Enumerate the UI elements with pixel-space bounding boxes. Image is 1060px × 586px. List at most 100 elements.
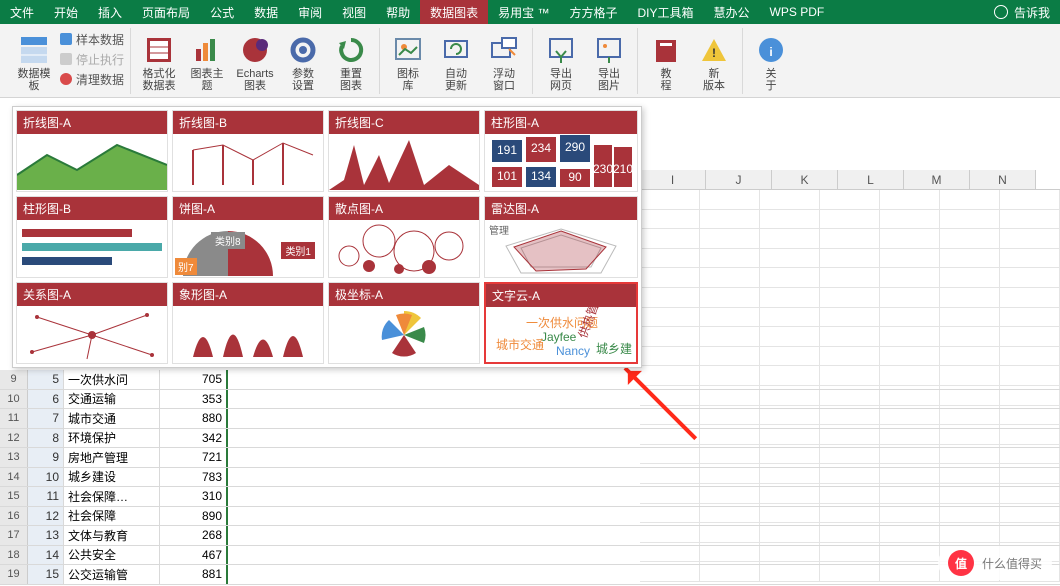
data-template-button[interactable]: 数据模 板 — [12, 28, 56, 92]
stop-exec-button[interactable]: 停止执行 — [60, 50, 124, 68]
cell[interactable]: 社会保障… — [64, 487, 160, 506]
col-J[interactable]: J — [706, 170, 772, 189]
stop-icon — [60, 53, 72, 65]
gallery-column-b[interactable]: 柱形图-B — [16, 196, 168, 278]
format-table-button[interactable]: 格式化 数据表 — [137, 28, 181, 92]
row-header[interactable]: 14 — [0, 468, 28, 487]
row-header[interactable]: 10 — [0, 390, 28, 409]
cell[interactable]: 353 — [160, 390, 228, 409]
gallery-scatter-a[interactable]: 散点图-A — [328, 196, 480, 278]
gallery-relation-a[interactable]: 关系图-A — [16, 282, 168, 364]
row-header[interactable]: 15 — [0, 487, 28, 506]
cell[interactable]: 880 — [160, 409, 228, 428]
cell[interactable]: 环境保护 — [64, 429, 160, 448]
gallery-line-b[interactable]: 折线图-B — [172, 110, 324, 192]
gallery-radar-a[interactable]: 雷达图-A管理 — [484, 196, 638, 278]
export-image-button[interactable]: 导出 图片 — [587, 28, 631, 92]
cell[interactable]: 5 — [28, 370, 64, 389]
gallery-column-a[interactable]: 柱形图-A19123429010113490230210 — [484, 110, 638, 192]
cell[interactable]: 14 — [28, 546, 64, 565]
tab-help[interactable]: 帮助 — [376, 0, 420, 24]
cell[interactable]: 文体与教育 — [64, 526, 160, 545]
params-button[interactable]: 参数 设置 — [281, 28, 325, 92]
cell[interactable]: 社会保障 — [64, 507, 160, 526]
tab-hbg[interactable]: 慧办公 — [704, 0, 760, 24]
tab-insert[interactable]: 插入 — [88, 0, 132, 24]
export-web-button[interactable]: 导出 网页 — [539, 28, 583, 92]
cell[interactable]: 10 — [28, 468, 64, 487]
tab-diy[interactable]: DIY工具箱 — [628, 0, 704, 24]
col-K[interactable]: K — [772, 170, 838, 189]
col-I[interactable]: I — [640, 170, 706, 189]
cell[interactable]: 13 — [28, 526, 64, 545]
cell[interactable]: 7 — [28, 409, 64, 428]
row-header[interactable]: 16 — [0, 507, 28, 526]
tab-review[interactable]: 审阅 — [288, 0, 332, 24]
row-header[interactable]: 11 — [0, 409, 28, 428]
gallery-polar-a[interactable]: 极坐标-A — [328, 282, 480, 364]
clear-data-button[interactable]: 清理数据 — [60, 70, 124, 88]
cell[interactable]: 342 — [160, 429, 228, 448]
tutorial-button[interactable]: 教 程 — [644, 28, 688, 92]
cell[interactable]: 890 — [160, 507, 228, 526]
tab-layout[interactable]: 页面布局 — [132, 0, 200, 24]
svg-text:Nancy: Nancy — [556, 344, 590, 358]
cell[interactable]: 12 — [28, 507, 64, 526]
cell[interactable]: 15 — [28, 565, 64, 584]
cell[interactable]: 公交运输管 — [64, 565, 160, 584]
gallery-pie-a[interactable]: 饼图-A类别8类别1别7 — [172, 196, 324, 278]
tell-me-label: 告诉我 — [1014, 4, 1050, 21]
col-L[interactable]: L — [838, 170, 904, 189]
row-header[interactable]: 12 — [0, 429, 28, 448]
cell[interactable]: 467 — [160, 546, 228, 565]
icon-lib-button[interactable]: 图标 库 — [386, 28, 430, 92]
cell[interactable]: 城市交通 — [64, 409, 160, 428]
auto-update-button[interactable]: 自动 更新 — [434, 28, 478, 92]
cell[interactable]: 721 — [160, 448, 228, 467]
tab-wpspdf[interactable]: WPS PDF — [760, 0, 835, 24]
tab-formula[interactable]: 公式 — [200, 0, 244, 24]
cell[interactable]: 9 — [28, 448, 64, 467]
cell[interactable]: 881 — [160, 565, 228, 584]
cell[interactable]: 310 — [160, 487, 228, 506]
row-header[interactable]: 13 — [0, 448, 28, 467]
gallery-line-c[interactable]: 折线图-C — [328, 110, 480, 192]
col-N[interactable]: N — [970, 170, 1036, 189]
tell-me[interactable]: 告诉我 — [984, 0, 1060, 24]
col-M[interactable]: M — [904, 170, 970, 189]
cell[interactable]: 城乡建设 — [64, 468, 160, 487]
cell[interactable]: 8 — [28, 429, 64, 448]
tab-eyb[interactable]: 易用宝 ™ — [488, 0, 559, 24]
tab-ffgz[interactable]: 方方格子 — [560, 0, 628, 24]
tab-home[interactable]: 开始 — [44, 0, 88, 24]
echarts-button[interactable]: Echarts 图表 — [233, 28, 277, 92]
float-window-button[interactable]: 浮动 窗口 — [482, 28, 526, 92]
gallery-line-a[interactable]: 折线图-A — [16, 110, 168, 192]
new-version-button[interactable]: !新 版本 — [692, 28, 736, 92]
chart-theme-button[interactable]: 图表主 题 — [185, 28, 229, 92]
cell[interactable]: 6 — [28, 390, 64, 409]
row-header[interactable]: 17 — [0, 526, 28, 545]
tab-view[interactable]: 视图 — [332, 0, 376, 24]
cell[interactable]: 11 — [28, 487, 64, 506]
row-header[interactable]: 9 — [0, 370, 28, 389]
gallery-pictorial-a[interactable]: 象形图-A — [172, 282, 324, 364]
reset-chart-button[interactable]: 重置 图表 — [329, 28, 373, 92]
spreadsheet[interactable]: 95一次供水问705106交通运输353117城市交通880128环境保护342… — [0, 370, 1060, 585]
cell[interactable]: 交通运输 — [64, 390, 160, 409]
tab-file[interactable]: 文件 — [0, 0, 44, 24]
cell[interactable]: 705 — [160, 370, 228, 389]
cell[interactable]: 268 — [160, 526, 228, 545]
svg-text:210: 210 — [613, 162, 633, 176]
tab-datachart[interactable]: 数据图表 — [420, 0, 488, 24]
cell[interactable]: 一次供水问 — [64, 370, 160, 389]
row-header[interactable]: 19 — [0, 565, 28, 584]
tab-data[interactable]: 数据 — [244, 0, 288, 24]
cell[interactable]: 房地产管理 — [64, 448, 160, 467]
row-header[interactable]: 18 — [0, 546, 28, 565]
cell[interactable]: 公共安全 — [64, 546, 160, 565]
gallery-wordcloud-a[interactable]: 文字云-A一次供水问题Jayfee城市交通供热管Nancy城乡建 — [484, 282, 638, 364]
cell[interactable]: 783 — [160, 468, 228, 487]
sample-data-button[interactable]: 样本数据 — [60, 30, 124, 48]
about-button[interactable]: i关 于 — [749, 28, 793, 92]
